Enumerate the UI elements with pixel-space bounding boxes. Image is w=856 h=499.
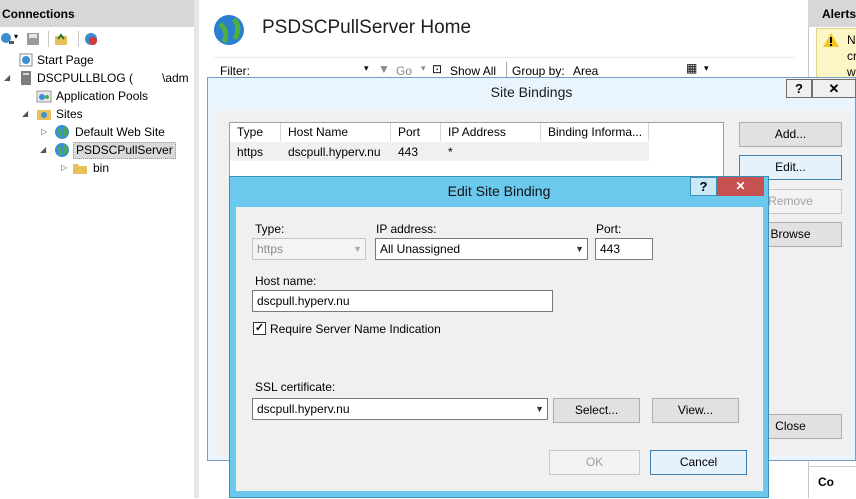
edit-binding-close-button[interactable]: ✕ — [717, 177, 764, 196]
chevron-down-icon: ▼ — [353, 244, 362, 254]
page-title: PSDSCPullServer Home — [262, 17, 472, 38]
alert-message: N cr w — [816, 28, 856, 80]
sni-label: Require Server Name Indication — [270, 322, 441, 336]
type-label: Type: — [255, 222, 285, 236]
host-name-field[interactable]: dscpull.hyperv.nu — [252, 290, 553, 312]
connect-dropdown-icon[interactable]: ▾ — [14, 32, 18, 41]
column-header-host-name[interactable]: Host Name — [281, 123, 391, 141]
chevron-down-icon: ▼ — [575, 244, 584, 254]
disconnect-icon[interactable] — [84, 32, 98, 46]
chevron-down-icon: ▼ — [535, 404, 544, 414]
server-icon — [21, 71, 31, 85]
site-bindings-title: Site Bindings — [490, 84, 573, 100]
alerts-bottom-section: Co — [808, 466, 856, 499]
view-dropdown-icon[interactable]: ▾ — [704, 63, 709, 74]
column-header-port[interactable]: Port — [391, 123, 441, 141]
port-label: Port: — [596, 222, 622, 236]
view-icon[interactable]: ▦ — [686, 61, 697, 75]
group-by-select[interactable]: Area — [573, 64, 598, 78]
save-icon[interactable] — [26, 32, 40, 46]
expand-arrow-icon[interactable]: ▷ — [61, 164, 69, 172]
toolbar-separator — [506, 62, 507, 78]
site-bindings-help-button[interactable]: ? — [786, 79, 812, 98]
view-certificate-button[interactable]: View... — [652, 398, 739, 423]
funnel-icon: ▼ — [378, 62, 390, 76]
toolbar-separator — [78, 31, 79, 47]
show-all-icon: ⊡ — [432, 62, 443, 76]
connect-icon[interactable] — [0, 32, 14, 46]
alerts-header: Alerts — [808, 0, 856, 27]
toolbar-separator — [48, 31, 49, 47]
column-header-binding-information[interactable]: Binding Informa... — [541, 123, 649, 141]
site-globe-icon — [214, 15, 244, 45]
ip-address-label: IP address: — [376, 222, 437, 236]
globe-icon — [55, 125, 69, 139]
sni-checkbox[interactable]: ✓ — [253, 322, 266, 335]
ssl-certificate-label: SSL certificate: — [255, 380, 336, 394]
show-all-button[interactable]: Show All — [450, 64, 496, 78]
site-bindings-close-button[interactable]: ✕ — [812, 79, 856, 98]
ip-address-select[interactable]: All Unassigned ▼ — [375, 238, 588, 260]
sites-folder-icon — [37, 110, 51, 120]
go-dropdown-icon[interactable]: ▾ — [421, 63, 426, 74]
application-pools-icon — [36, 90, 52, 103]
globe-icon — [55, 143, 69, 157]
go-button[interactable]: Go — [396, 64, 412, 78]
table-row[interactable]: https dscpull.hyperv.nu 443 * — [230, 142, 649, 161]
collapse-arrow-icon[interactable]: ◢ — [22, 110, 30, 118]
collapse-arrow-icon[interactable]: ◢ — [4, 74, 12, 82]
folder-up-icon[interactable] — [54, 32, 68, 46]
port-field[interactable]: 443 — [595, 238, 653, 260]
select-certificate-button[interactable]: Select... — [553, 398, 640, 423]
selected-node-label: PSDSCPullServer — [73, 142, 176, 159]
warning-icon — [823, 33, 839, 47]
host-name-label: Host name: — [255, 274, 317, 288]
connections-header: Connections — [0, 0, 194, 27]
folder-icon — [73, 164, 87, 174]
start-page-icon — [19, 53, 33, 67]
edit-binding-help-button[interactable]: ? — [690, 177, 717, 196]
ok-button[interactable]: OK — [549, 450, 640, 475]
connections-toolbar: ▾ — [0, 29, 194, 49]
edit-site-binding-title: Edit Site Binding — [447, 183, 551, 199]
add-button[interactable]: Add... — [739, 122, 842, 147]
column-header-type[interactable]: Type — [230, 123, 281, 141]
ssl-certificate-select[interactable]: dscpull.hyperv.nu ▼ — [252, 398, 548, 420]
filter-dropdown-icon[interactable]: ▾ — [364, 63, 369, 74]
column-header-ip-address[interactable]: IP Address — [441, 123, 541, 141]
cancel-button[interactable]: Cancel — [650, 450, 747, 475]
collapse-arrow-icon[interactable]: ◢ — [40, 146, 48, 154]
type-select[interactable]: https ▼ — [252, 238, 366, 260]
expand-arrow-icon[interactable]: ▷ — [41, 128, 49, 136]
